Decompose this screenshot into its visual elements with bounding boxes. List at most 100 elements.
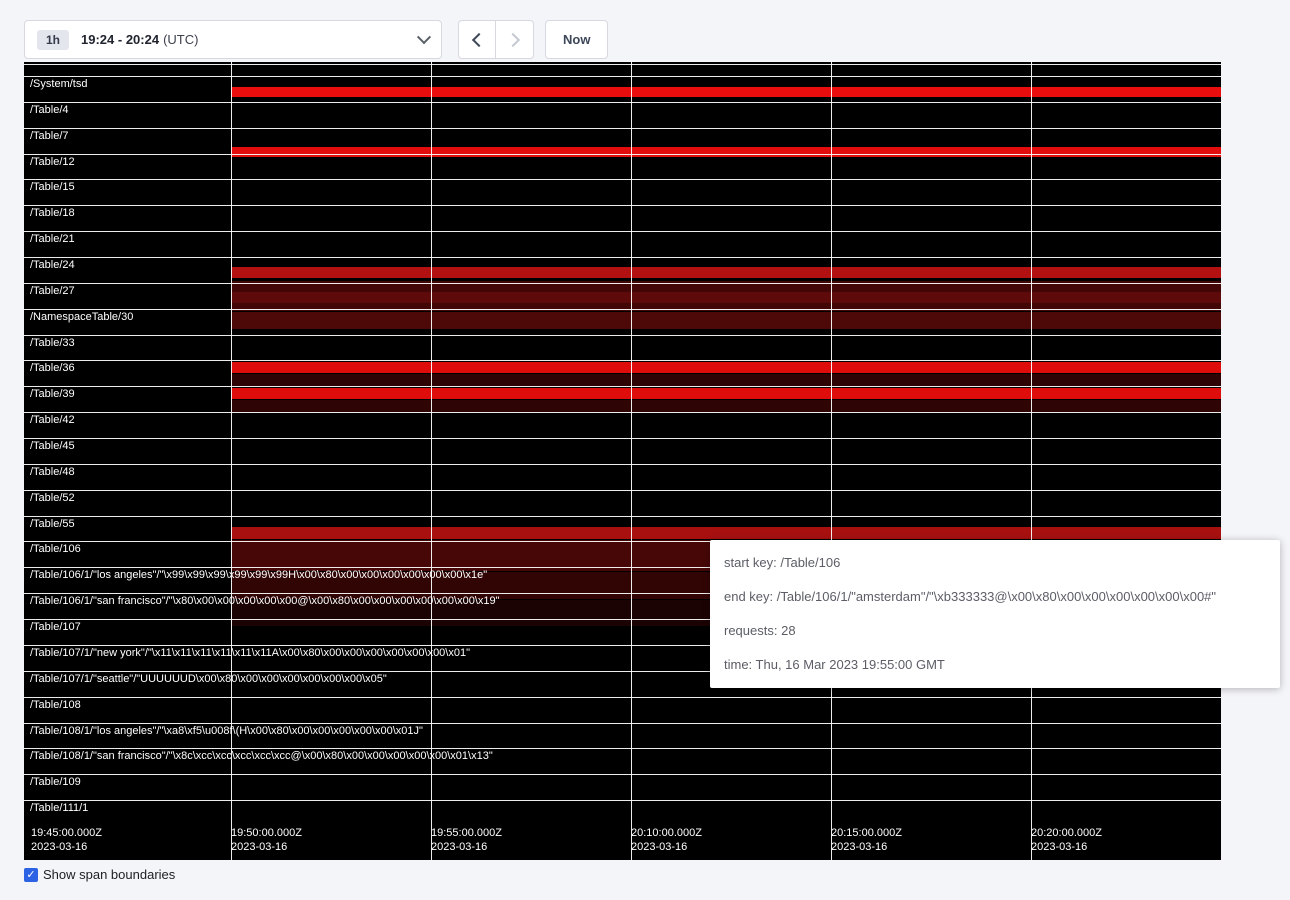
span-boundary-line: [24, 205, 1221, 206]
x-axis-tick: 20:15:00.000Z2023-03-16: [831, 826, 902, 854]
span-boundary-line: [24, 516, 1221, 517]
tooltip-time: time: Thu, 16 Mar 2023 19:55:00 GMT: [724, 658, 1266, 672]
tick-time: 19:50:00.000Z: [231, 826, 302, 840]
tick-date: 2023-03-16: [431, 840, 502, 854]
x-axis-tick: 19:45:00.000Z2023-03-16: [31, 826, 102, 854]
chevron-left-icon: [472, 32, 486, 46]
heatmap-canvas[interactable]: /System/tsd/Table/4/Table/7/Table/12/Tab…: [24, 62, 1221, 860]
heat-band: [231, 400, 1221, 412]
previous-interval-button[interactable]: [458, 20, 496, 59]
tick-time: 20:10:00.000Z: [631, 826, 702, 840]
span-boundary-line: [24, 774, 1221, 775]
tick-date: 2023-03-16: [1031, 840, 1102, 854]
tick-date: 2023-03-16: [831, 840, 902, 854]
span-boundary-line: [24, 490, 1221, 491]
heat-band: [231, 267, 1221, 278]
row-label: /Table/12: [30, 157, 75, 168]
span-boundary-line: [24, 438, 1221, 439]
chevron-down-icon: [417, 30, 431, 44]
span-boundary-line: [24, 464, 1221, 465]
row-label: /Table/106/1/"los angeles"/"\x99\x99\x99…: [30, 570, 487, 581]
tick-date: 2023-03-16: [231, 840, 302, 854]
bucket-tooltip: start key: /Table/106 end key: /Table/10…: [710, 540, 1280, 688]
span-boundary-line: [24, 800, 1221, 801]
heat-band: [231, 388, 1221, 399]
span-boundary-line: [24, 360, 1221, 361]
span-boundary-line: [24, 257, 1221, 258]
heat-band: [231, 147, 1221, 157]
tick-time: 20:20:00.000Z: [1031, 826, 1102, 840]
span-boundary-line: [24, 231, 1221, 232]
row-label: /Table/111/1: [30, 803, 88, 814]
span-boundary-line: [24, 309, 1221, 310]
x-axis-tick: 20:20:00.000Z2023-03-16: [1031, 826, 1102, 854]
row-label: /Table/15: [30, 182, 75, 193]
row-label: /Table/45: [30, 441, 75, 452]
row-label: /Table/42: [30, 415, 75, 426]
now-button[interactable]: Now: [545, 20, 608, 59]
row-label: /Table/108: [30, 700, 81, 711]
time-gridline: [1031, 62, 1032, 860]
row-label: /Table/36: [30, 363, 75, 374]
row-label: /System/tsd: [30, 79, 87, 90]
time-gridline: [831, 62, 832, 860]
x-axis-tick: 20:10:00.000Z2023-03-16: [631, 826, 702, 854]
toolbar: 1h 19:24 - 20:24 (UTC) Now: [24, 20, 608, 59]
time-gridline: [231, 62, 232, 860]
heat-band: [231, 362, 1221, 373]
row-label: /Table/24: [30, 260, 75, 271]
span-boundary-line: [24, 748, 1221, 749]
show-span-boundaries-label[interactable]: Show span boundaries: [43, 867, 175, 882]
time-range-label: 19:24 - 20:24 (UTC): [81, 32, 198, 47]
row-label: /Table/109: [30, 777, 81, 788]
next-interval-button[interactable]: [496, 20, 534, 59]
span-boundary-line: [24, 697, 1221, 698]
row-label: /Table/4: [30, 105, 69, 116]
row-label: /Table/106/1/"san francisco"/"\x80\x00\x…: [30, 596, 500, 607]
time-gridline: [631, 62, 632, 860]
heat-band: [231, 374, 1221, 386]
row-label: /Table/18: [30, 208, 75, 219]
row-label: /Table/55: [30, 519, 75, 530]
span-boundary-line: [24, 76, 1221, 77]
span-boundary-line: [24, 386, 1221, 387]
span-boundary-line: [24, 102, 1221, 103]
tick-time: 19:45:00.000Z: [31, 826, 102, 840]
row-label: /Table/21: [30, 234, 75, 245]
time-range-value: 19:24 - 20:24: [81, 32, 159, 47]
span-boundary-line: [24, 412, 1221, 413]
span-boundary-line: [24, 335, 1221, 336]
row-label: /Table/108/1/"los angeles"/"\xa8\xf5\u00…: [30, 726, 423, 737]
heat-band: [231, 527, 1221, 539]
row-label: /Table/52: [30, 493, 75, 504]
chevron-right-icon: [505, 32, 519, 46]
key-visualizer-page: 1h 19:24 - 20:24 (UTC) Now /System/tsd/Ta…: [0, 0, 1290, 900]
time-zone-label: (UTC): [163, 32, 198, 47]
row-label: /Table/33: [30, 338, 75, 349]
tick-date: 2023-03-16: [631, 840, 702, 854]
tick-time: 19:55:00.000Z: [431, 826, 502, 840]
footer: ✓ Show span boundaries: [24, 867, 175, 882]
span-boundary-line: [24, 283, 1221, 284]
row-label: /Table/106: [30, 544, 81, 555]
tick-date: 2023-03-16: [31, 840, 102, 854]
time-gridline: [431, 62, 432, 860]
row-label: /NamespaceTable/30: [30, 312, 133, 323]
tick-time: 20:15:00.000Z: [831, 826, 902, 840]
tooltip-start-key: start key: /Table/106: [724, 556, 1266, 570]
duration-badge: 1h: [37, 30, 69, 50]
row-label: /Table/7: [30, 131, 69, 142]
row-label: /Table/107/1/"seattle"/"UUUUUUD\x00\x80\…: [30, 674, 387, 685]
time-nav-group: [458, 20, 534, 59]
row-label: /Table/107: [30, 622, 81, 633]
show-span-boundaries-checkbox[interactable]: ✓: [24, 868, 38, 882]
time-range-dropdown[interactable]: 1h 19:24 - 20:24 (UTC): [24, 20, 442, 59]
span-boundary-line: [24, 64, 1221, 65]
row-label: /Table/39: [30, 389, 75, 400]
x-axis-tick: 19:50:00.000Z2023-03-16: [231, 826, 302, 854]
tooltip-end-key: end key: /Table/106/1/"amsterdam"/"\xb33…: [724, 590, 1266, 604]
heat-band: [231, 292, 1221, 303]
row-label: /Table/48: [30, 467, 75, 478]
row-label: /Table/107/1/"new york"/"\x11\x11\x11\x1…: [30, 648, 470, 659]
tooltip-requests: requests: 28: [724, 624, 1266, 638]
